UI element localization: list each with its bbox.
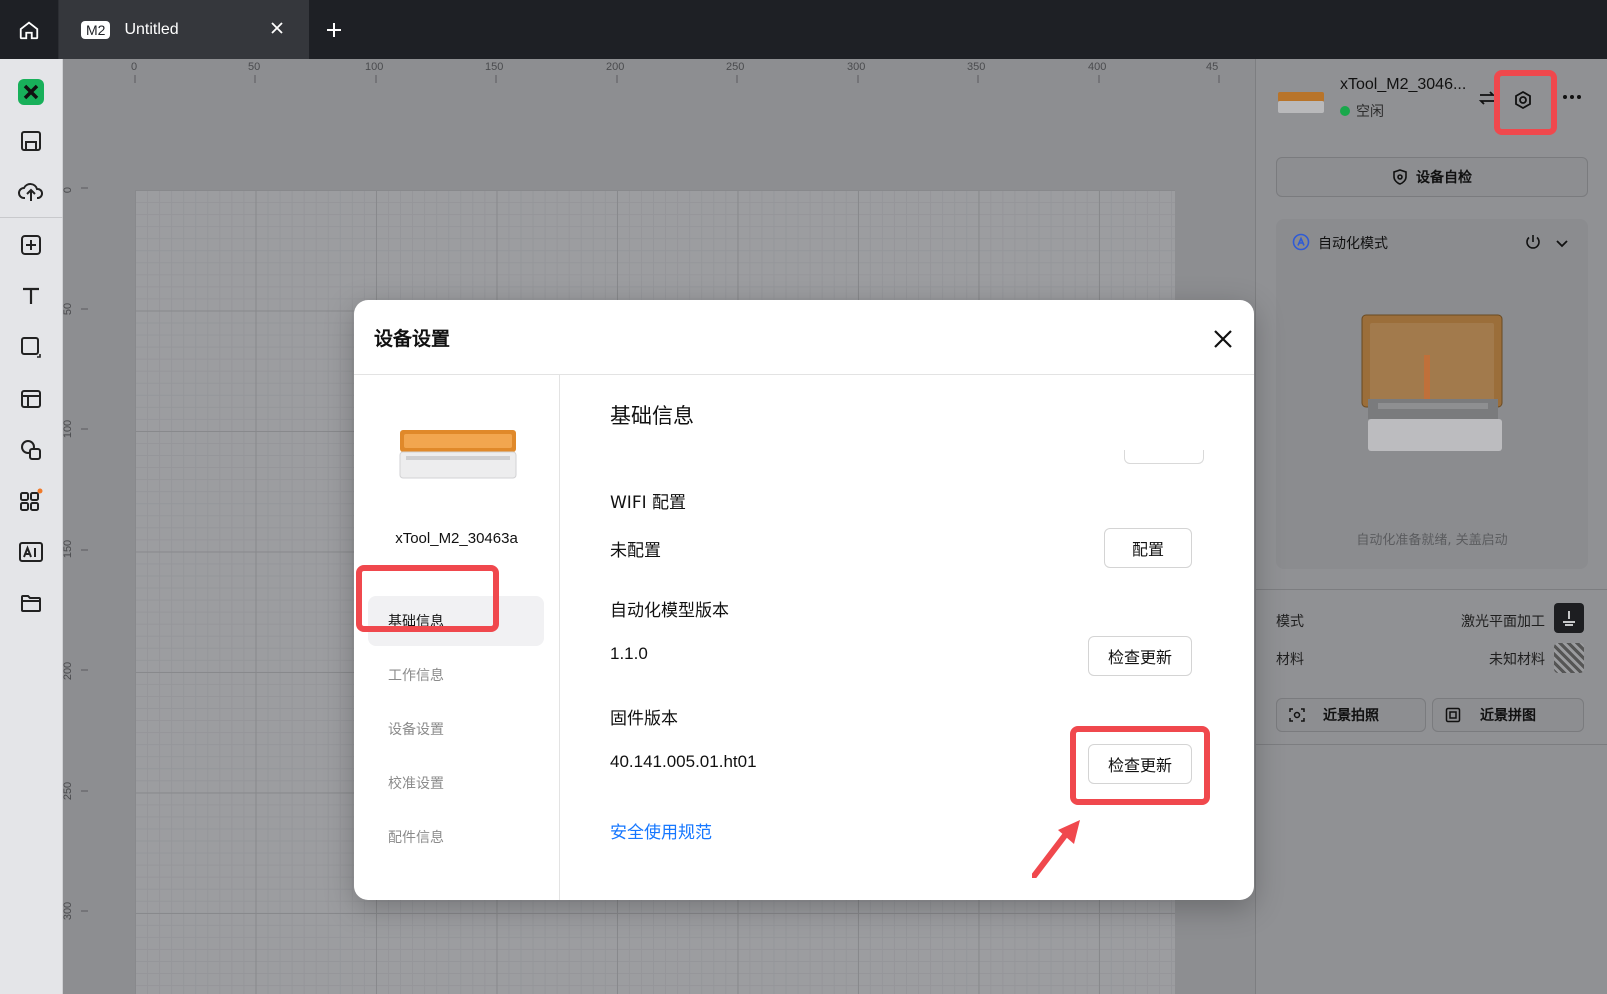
model-version-value: 1.1.0 — [610, 644, 648, 663]
close-icon[interactable] — [1208, 324, 1238, 354]
save-icon[interactable] — [16, 126, 46, 156]
highlight-settings — [1494, 70, 1557, 135]
add-tab-icon[interactable] — [322, 18, 346, 42]
ruler-left: 0 50 100 150 200 250 300 — [62, 59, 93, 994]
chevron-down-icon[interactable] — [1554, 235, 1570, 251]
check-model-update-button[interactable]: 检查更新 — [1088, 636, 1192, 676]
panel-divider — [1256, 744, 1607, 745]
wifi-value: 未配置 — [610, 541, 661, 560]
configure-wifi-button[interactable]: 配置 — [1104, 528, 1192, 568]
add-object-icon[interactable] — [16, 230, 46, 260]
tab-model-badge: M2 — [81, 20, 111, 39]
dialog-sidebar-divider — [559, 375, 560, 900]
cloud-upload-icon[interactable] — [16, 176, 46, 206]
model-version-label: 自动化模型版本 — [610, 601, 729, 621]
automation-title: 自动化模式 — [1318, 236, 1388, 252]
firmware-label: 固件版本 — [610, 709, 678, 729]
home-button[interactable] — [0, 0, 59, 59]
device-panel: xTool_M2_3046... 空闲 设备自检 自动化模式 自动化准备就绪, … — [1255, 59, 1607, 994]
toolbar-divider — [0, 217, 63, 218]
close-photo-button[interactable]: 近景拍照 — [1276, 698, 1426, 732]
ruler-left-ticks — [81, 187, 88, 912]
nav-calibration-settings[interactable]: 校准设置 — [368, 758, 544, 808]
device-image — [399, 430, 517, 479]
material-swatch-icon[interactable] — [1554, 643, 1584, 673]
mode-label: 模式 — [1276, 614, 1304, 630]
folder-icon[interactable] — [16, 588, 46, 618]
self-check-icon — [1393, 169, 1407, 185]
close-photo-label: 近景拍照 — [1323, 708, 1379, 724]
nav-work-info[interactable]: 工作信息 — [368, 650, 544, 700]
dialog-header-divider — [354, 374, 1254, 375]
highlight-basic-info — [356, 565, 499, 632]
nav-accessory-info[interactable]: 配件信息 — [368, 812, 544, 862]
self-check-button[interactable]: 设备自检 — [1276, 157, 1588, 197]
camera-focus-icon — [1289, 708, 1305, 722]
device-status: 空闲 — [1340, 101, 1384, 121]
shape-tool-icon[interactable] — [16, 332, 46, 362]
self-check-label: 设备自检 — [1416, 170, 1472, 186]
automation-caption: 自动化准备就绪, 关盖启动 — [1356, 533, 1508, 548]
stitch-icon — [1445, 707, 1461, 723]
tab-close-icon[interactable] — [267, 18, 287, 38]
ai-tool-icon[interactable] — [16, 537, 46, 567]
home-icon — [19, 21, 39, 39]
apps-icon[interactable] — [16, 486, 46, 516]
close-stitch-button[interactable]: 近景拼图 — [1432, 698, 1584, 732]
mode-value: 激光平面加工 — [1461, 614, 1545, 630]
firmware-value: 40.141.005.01.ht01 — [610, 752, 757, 771]
dialog-device-name: xTool_M2_30463a — [395, 530, 518, 547]
dialog-title: 设备设置 — [374, 328, 451, 350]
wifi-label: WIFI 配置 — [610, 493, 687, 513]
material-value: 未知材料 — [1489, 652, 1545, 668]
status-dot — [1340, 106, 1350, 116]
more-options-icon[interactable] — [1562, 87, 1582, 111]
laser-flat-icon[interactable] — [1554, 603, 1584, 633]
left-toolbar — [0, 59, 63, 994]
scrolled-button-edge — [1124, 450, 1204, 464]
automation-icon — [1292, 233, 1310, 251]
power-icon[interactable] — [1524, 233, 1542, 251]
close-stitch-label: 近景拼图 — [1480, 708, 1536, 724]
tab-untitled[interactable]: M2 Untitled — [59, 0, 309, 59]
xtool-logo-icon[interactable] — [16, 77, 46, 107]
panel-divider — [1256, 589, 1607, 590]
device-status-text: 空闲 — [1356, 104, 1384, 120]
device-preview-image — [1361, 314, 1503, 451]
safety-guide-link[interactable]: 安全使用规范 — [610, 818, 712, 843]
top-bar: M2 Untitled — [0, 0, 1607, 59]
app-window: M2 Untitled 0 50 100 150 200 250 300 350… — [0, 0, 1607, 994]
device-name: xTool_M2_3046... — [1340, 76, 1467, 93]
ruler-top: 0 50 100 150 200 250 300 350 400 45 — [63, 59, 1255, 89]
nav-device-settings[interactable]: 设备设置 — [368, 704, 544, 754]
section-title: 基础信息 — [610, 404, 694, 428]
annotation-arrow-icon — [1032, 820, 1080, 878]
text-tool-icon[interactable] — [16, 281, 46, 311]
ruler-top-ticks — [134, 75, 1220, 83]
device-thumbnail — [1278, 92, 1324, 113]
tab-title: Untitled — [124, 20, 179, 38]
device-settings-dialog: 设备设置 xTool_M2_30463a 基础信息 工作信息 设备设置 校准设置… — [354, 300, 1254, 900]
automation-card: 自动化模式 自动化准备就绪, 关盖启动 — [1276, 219, 1588, 569]
layout-template-icon[interactable] — [16, 384, 46, 414]
highlight-firmware-update — [1070, 726, 1210, 805]
material-label: 材料 — [1276, 652, 1304, 668]
shapes-library-icon[interactable] — [16, 435, 46, 465]
